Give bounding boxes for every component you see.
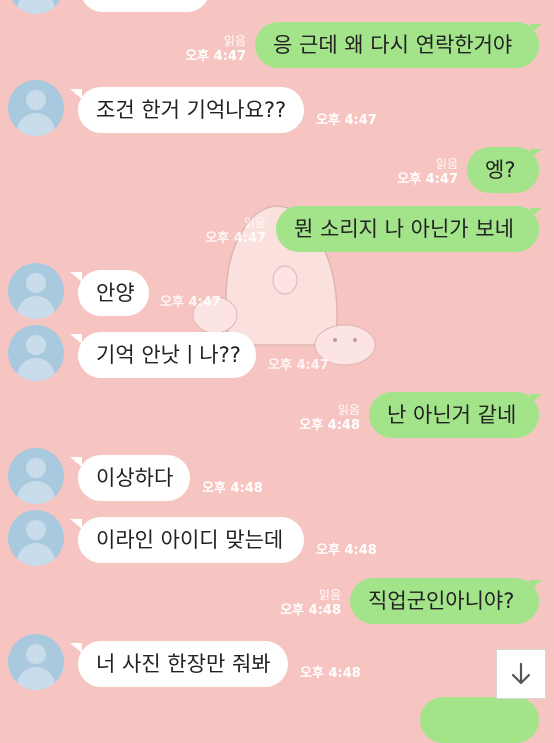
message-bubble[interactable]: 조건 한거 기억나요?? — [78, 87, 304, 133]
message-bubble-cutoff — [80, 0, 210, 12]
message-time: 오후 4:47 — [160, 295, 221, 310]
avatar-icon[interactable] — [8, 448, 64, 504]
avatar-icon[interactable] — [8, 80, 64, 136]
message-bubble[interactable]: 엥? — [467, 147, 539, 193]
message-time: 오후 4:48 — [316, 543, 377, 558]
avatar-icon[interactable] — [8, 0, 64, 14]
message-bubble[interactable]: 너 사진 한장만 줘봐 — [78, 641, 288, 687]
message-time: 오후 4:48 — [300, 666, 361, 681]
avatar-icon[interactable] — [8, 634, 64, 690]
arrow-down-icon — [511, 662, 531, 685]
avatar-icon[interactable] — [8, 325, 64, 381]
message-bubble[interactable]: 뭔 소리지 나 아닌가 보네 — [276, 206, 539, 252]
message-bubble-cutoff — [420, 697, 539, 743]
message-bubble[interactable]: 난 아닌거 같네 — [369, 392, 539, 438]
message-time: 오후 4:47 — [316, 113, 377, 128]
message-bubble[interactable]: 안양 — [78, 270, 149, 316]
message-bubble[interactable]: 응 근데 왜 다시 연락한거야 — [255, 22, 539, 68]
message-meta: 읽음 오후 4:47 — [185, 34, 246, 64]
message-bubble[interactable]: 기억 안낫ㅣ나?? — [78, 332, 256, 378]
message-bubble[interactable]: 직업군인아니야? — [350, 578, 539, 624]
message-time: 오후 4:48 — [202, 481, 263, 496]
scroll-to-bottom-button[interactable] — [496, 649, 546, 699]
message-bubble[interactable]: 이라인 아이디 맞는데 — [78, 517, 304, 563]
avatar-icon[interactable] — [8, 510, 64, 566]
message-time: 오후 4:47 — [268, 358, 329, 373]
avatar-icon[interactable] — [8, 263, 64, 319]
message-meta: 읽음 오후 4:48 — [299, 403, 360, 433]
message-meta: 읽음 오후 4:47 — [205, 216, 266, 246]
message-bubble[interactable]: 이상하다 — [78, 455, 190, 501]
message-meta: 읽음 오후 4:47 — [397, 157, 458, 187]
message-meta: 읽음 오후 4:48 — [280, 588, 341, 618]
